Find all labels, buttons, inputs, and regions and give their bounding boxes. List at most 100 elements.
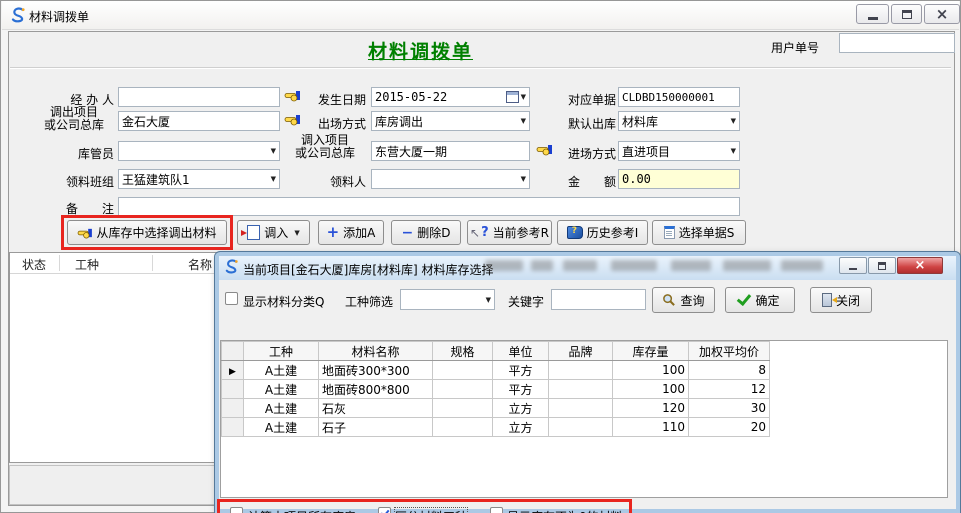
current-reference-button[interactable]: ↖? 当前参考R <box>467 220 552 245</box>
dropdown-arrow-icon: ▼ <box>729 147 736 155</box>
picker-label: 领料人 <box>304 173 366 190</box>
highlight-select-material-annotation <box>61 215 233 250</box>
amount-label: 金 额 <box>554 173 616 190</box>
page-title: 材料调拨单 <box>1 37 840 64</box>
worktype-filter-dropdown[interactable]: ▼ <box>400 289 495 310</box>
col-brand[interactable]: 品牌 <box>549 342 613 361</box>
inventory-table[interactable]: 工种 材料名称 规格 单位 品牌 库存量 加权平均价 ▶ A土建地面砖300*3… <box>221 341 770 437</box>
header-separator <box>10 67 951 69</box>
table-row[interactable]: ▶ A土建地面砖300*300 平方 100 8 <box>222 361 770 380</box>
table-row[interactable]: A土建地面砖800*800 平方 100 12 <box>222 380 770 399</box>
keeper-dropdown[interactable]: ▼ <box>118 141 280 161</box>
keyword-label: 关键字 <box>508 293 544 310</box>
book-icon <box>567 226 583 239</box>
select-document-button[interactable]: 选择单据S <box>652 220 746 245</box>
column-divider <box>59 255 60 271</box>
table-row[interactable]: A土建石子 立方 110 20 <box>222 418 770 437</box>
delete-button[interactable]: − 删除D <box>391 220 461 245</box>
keeper-label: 库管员 <box>21 145 114 162</box>
col-weighted-avg-price[interactable]: 加权平均价 <box>689 342 770 361</box>
transfer-in-button[interactable]: 调入 ▼ <box>237 220 310 245</box>
picker-dropdown[interactable]: ▼ <box>371 169 530 189</box>
in-project-label: 调入项目 或公司总库 <box>284 134 366 160</box>
checkmark-icon <box>737 291 751 306</box>
operator-field[interactable] <box>118 87 280 107</box>
close-dialog-button[interactable]: 关闭 <box>810 287 872 313</box>
in-method-dropdown[interactable]: 直进项目▼ <box>618 141 740 161</box>
redacted-text <box>485 260 523 271</box>
calc-all-warehouses-checkbox[interactable] <box>230 507 243 513</box>
dropdown-arrow-icon: ▼ <box>519 175 526 183</box>
dialog-maximize-button[interactable] <box>868 257 896 274</box>
close-icon: × <box>936 7 949 22</box>
dialog-minimize-button[interactable] <box>839 257 867 274</box>
picker-hand-icon[interactable] <box>536 143 552 156</box>
dropdown-arrow-icon: ▼ <box>484 296 491 304</box>
minus-icon: − <box>402 226 414 240</box>
redacted-text <box>611 260 657 271</box>
remark-field[interactable] <box>118 197 740 216</box>
col-unit[interactable]: 单位 <box>493 342 549 361</box>
date-dropdown-arrow-icon[interactable]: ▼ <box>519 93 526 101</box>
plus-icon: + <box>327 225 340 240</box>
close-button[interactable]: × <box>924 4 960 24</box>
column-name: 名称 <box>188 256 212 273</box>
default-store-label: 默认出库 <box>554 115 616 132</box>
calc-all-warehouses-label: 计算本项目所有库房 <box>248 508 356 513</box>
exit-door-icon <box>822 293 832 307</box>
dropdown-arrow-icon: ▼ <box>269 147 276 155</box>
history-reference-button[interactable]: 历史参考I <box>557 220 648 245</box>
app-logo-icon <box>224 259 239 274</box>
dialog-close-button[interactable]: × <box>897 257 943 274</box>
redacted-text <box>781 260 823 271</box>
minimize-button[interactable] <box>856 4 889 24</box>
query-button[interactable]: 查询 <box>652 287 715 313</box>
maximize-button[interactable] <box>891 4 922 24</box>
user-no-label: 用户单号 <box>771 39 831 56</box>
dialog-titlebar[interactable]: 当前项目[金石大厦]库房[材料库] 材料库存选择 × <box>219 256 956 280</box>
col-spec[interactable]: 规格 <box>433 342 493 361</box>
dialog-title: 当前项目[金石大厦]库房[材料库] 材料库存选择 <box>243 261 494 278</box>
user-no-field[interactable] <box>839 33 955 53</box>
team-dropdown[interactable]: 王猛建筑队1▼ <box>118 169 280 189</box>
col-stock-qty[interactable]: 库存量 <box>613 342 689 361</box>
row-selector <box>222 399 244 418</box>
minimize-icon <box>849 268 857 270</box>
distinguish-worktype-checkbox[interactable] <box>378 507 391 513</box>
date-field[interactable]: 2015-05-22 ▼ <box>371 87 530 107</box>
show-category-checkbox[interactable] <box>225 292 238 305</box>
row-selector-header <box>222 342 244 361</box>
show-nonzero-stock-checkbox[interactable] <box>490 507 503 513</box>
add-button[interactable]: + 添加A <box>318 220 384 245</box>
worktype-filter-label: 工种筛选 <box>345 293 393 310</box>
notepad-icon <box>664 226 675 239</box>
row-selector <box>222 380 244 399</box>
column-worktype: 工种 <box>75 256 99 273</box>
out-project-field[interactable]: 金石大厦 <box>118 111 280 131</box>
calendar-icon[interactable] <box>506 91 519 103</box>
col-material-name[interactable]: 材料名称 <box>319 342 433 361</box>
picker-hand-icon[interactable] <box>284 89 300 102</box>
picker-hand-icon[interactable] <box>284 113 300 126</box>
amount-field[interactable]: 0.00 <box>618 169 740 189</box>
dropdown-arrow-icon: ▼ <box>729 117 736 125</box>
doc-no-label: 对应单据 <box>554 91 616 108</box>
out-method-label: 出场方式 <box>304 115 366 132</box>
inventory-header-row: 工种 材料名称 规格 单位 品牌 库存量 加权平均价 <box>222 342 770 361</box>
close-icon: × <box>915 259 926 272</box>
inventory-dialog: 当前项目[金石大厦]库房[材料库] 材料库存选择 × 显示材料分类Q 工种筛选 … <box>215 252 960 513</box>
redacted-text <box>563 260 597 271</box>
doc-no-field[interactable]: CLDBD150000001 <box>618 87 740 107</box>
dialog-body: 显示材料分类Q 工种筛选 ▼ 关键字 查询 确定 关闭 <box>219 280 956 509</box>
main-titlebar[interactable]: 材料调拨单 × <box>2 1 959 30</box>
table-row[interactable]: A土建石灰 立方 120 30 <box>222 399 770 418</box>
col-worktype[interactable]: 工种 <box>244 342 319 361</box>
date-label: 发生日期 <box>304 91 366 108</box>
default-store-dropdown[interactable]: 材料库▼ <box>618 111 740 131</box>
search-icon <box>662 293 676 307</box>
keyword-input[interactable] <box>551 289 646 310</box>
in-project-field[interactable]: 东营大厦一期 <box>371 141 530 161</box>
out-method-dropdown[interactable]: 库房调出▼ <box>371 111 530 131</box>
ok-button[interactable]: 确定 <box>725 287 795 313</box>
redacted-text <box>531 260 553 271</box>
